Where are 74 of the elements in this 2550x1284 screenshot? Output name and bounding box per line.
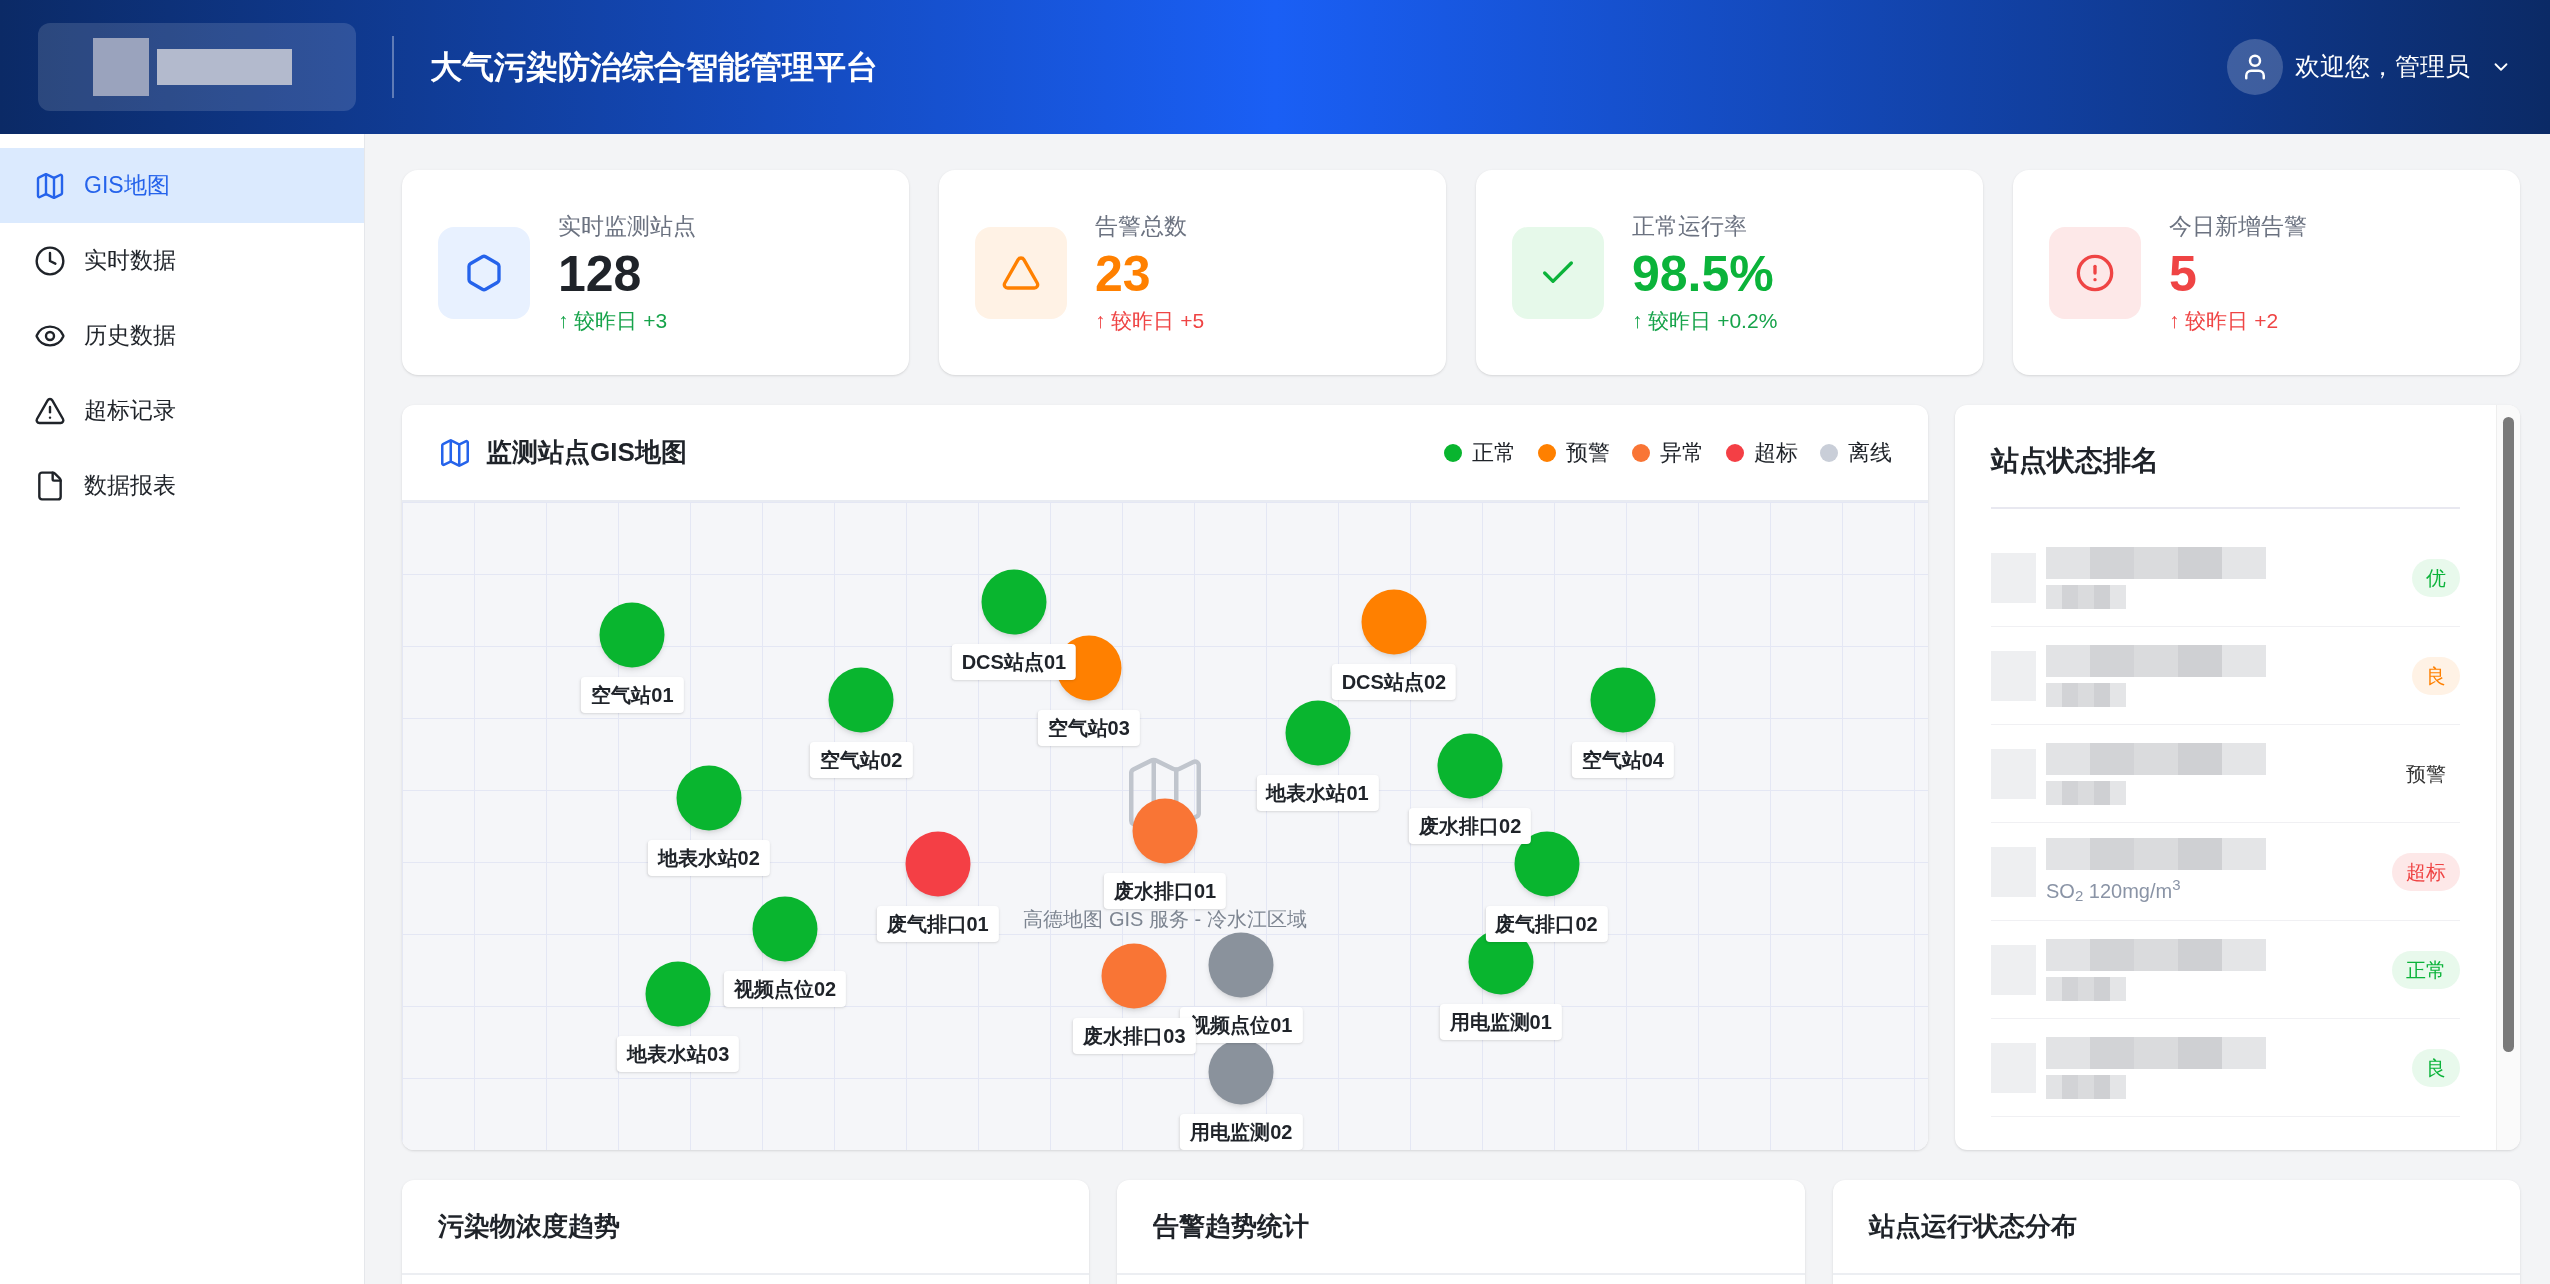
- station-label: 废水排口02: [1409, 808, 1532, 845]
- station-label: 地表水站03: [617, 1036, 740, 1073]
- station-label: 废气排口02: [1485, 905, 1608, 942]
- status-badge: 超标: [2392, 852, 2460, 891]
- stat-value: 98.5%: [1632, 245, 1775, 304]
- station-marker[interactable]: [1361, 589, 1427, 655]
- station-label: 空气站02: [810, 741, 913, 778]
- stat-label: 告警总数: [1095, 211, 1188, 241]
- stat-label: 正常运行率: [1632, 211, 1748, 241]
- sidebar-item[interactable]: 数据报表: [0, 448, 364, 523]
- sidebar-item[interactable]: GIS地图: [0, 148, 364, 223]
- station-marker[interactable]: [905, 831, 971, 897]
- station-marker[interactable]: [1101, 943, 1167, 1009]
- station-label: 用电监测01: [1439, 1004, 1562, 1041]
- status-text: 预警: [2405, 761, 2447, 787]
- status-badge: 良: [2412, 656, 2460, 695]
- stat-trend: ↑ 较昨日 +0.2%: [1632, 308, 1778, 334]
- stat-trend: ↑ 较昨日 +5: [1095, 308, 1205, 334]
- app-title: 大气污染防治综合智能管理平台: [430, 48, 878, 87]
- station-marker[interactable]: [1514, 831, 1579, 897]
- station-marker[interactable]: [1437, 733, 1503, 799]
- stat-value: 23: [1095, 245, 1152, 304]
- legend-label: 异常: [1660, 439, 1704, 467]
- station-label: 空气站01: [581, 676, 684, 713]
- station-marker[interactable]: [599, 602, 665, 668]
- station-label: 废水排口01: [1103, 873, 1227, 910]
- legend-label: 超标: [1754, 439, 1798, 467]
- sidebar-item[interactable]: 超标记录: [0, 373, 364, 448]
- station-label: 视频点位02: [723, 971, 847, 1008]
- stat-label: 实时监测站点: [558, 211, 696, 241]
- station-marker[interactable]: [1285, 700, 1351, 766]
- status-badge: 正常: [2392, 950, 2460, 989]
- station-marker[interactable]: [676, 765, 742, 831]
- card-title: 站点运行状态分布: [1868, 1210, 2077, 1243]
- station-marker[interactable]: [1590, 667, 1656, 733]
- station-label: 用电监测02: [1180, 1114, 1303, 1150]
- station-label: 地表水站01: [1256, 774, 1379, 811]
- station-label: 地表水站02: [647, 840, 770, 877]
- stat-trend: ↑ 较昨日 +3: [558, 308, 669, 334]
- stat-value: 5: [2169, 245, 2198, 304]
- alert-circle-icon: [2075, 252, 2115, 293]
- legend-label: 正常: [1472, 439, 1516, 467]
- hexagon-icon: [464, 252, 504, 293]
- station-reading: SO$_{2}$ 120mg/m$^{3}$: [2046, 875, 2182, 906]
- card-title: 站点状态排名: [1991, 405, 2460, 509]
- station-label: DCS站点01: [951, 644, 1077, 681]
- status-badge: 优: [2412, 558, 2460, 597]
- station-label: DCS站点02: [1331, 663, 1457, 700]
- stat-trend: ↑ 较昨日 +2: [2169, 308, 2280, 334]
- status-badge: 良: [2412, 1048, 2460, 1087]
- scrollbar-thumb[interactable]: [2503, 417, 2514, 1052]
- station-marker[interactable]: [752, 896, 818, 962]
- station-marker[interactable]: [828, 667, 894, 733]
- station-marker[interactable]: [981, 569, 1047, 635]
- station-marker[interactable]: [645, 961, 711, 1027]
- ranking-row[interactable]: 预警: [1991, 725, 2460, 823]
- station-label: 空气站03: [1037, 709, 1140, 746]
- clock-icon: [34, 244, 66, 277]
- legend-label: 离线: [1848, 439, 1892, 467]
- user-menu[interactable]: 欢迎您，管理员: [2227, 39, 2512, 95]
- station-label: 空气站04: [1571, 741, 1674, 778]
- sidebar-item[interactable]: 实时数据: [0, 223, 364, 298]
- welcome-text: 欢迎您，管理员: [2295, 51, 2470, 83]
- stat-value: 128: [558, 245, 643, 304]
- sidebar-item[interactable]: 历史数据: [0, 298, 364, 373]
- card-title: 告警趋势统计: [1153, 1210, 1310, 1243]
- card-title: 污染物浓度趋势: [438, 1210, 620, 1243]
- station-marker[interactable]: [1132, 798, 1198, 864]
- legend-label: 预警: [1566, 439, 1610, 467]
- station-label: 废气排口01: [876, 905, 999, 942]
- map-caption: 高德地图 GIS 服务 - 冷水江区域: [1022, 908, 1308, 932]
- stat-label: 今日新增告警: [2169, 211, 2307, 241]
- station-marker[interactable]: [1208, 932, 1274, 998]
- card-title: 监测站点GIS地图: [486, 436, 687, 469]
